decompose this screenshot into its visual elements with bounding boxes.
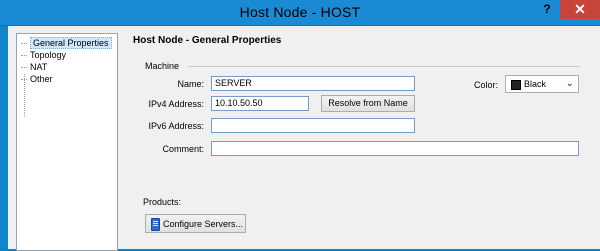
server-icon [151,218,160,231]
ipv6-field[interactable] [211,118,415,133]
tree-item-general-properties[interactable]: General Properties [21,37,112,49]
close-button[interactable]: ✕ [560,0,600,19]
color-label: Color: [473,80,498,90]
window-title: Host Node - HOST [239,4,361,20]
color-swatch [511,80,521,90]
name-field[interactable]: SERVER [211,76,415,91]
tree-item-label: Other [30,74,53,84]
tree-item-label: NAT [30,62,48,72]
tree-dash [21,66,27,69]
tree-item-label: Topology [30,50,67,60]
tree-item-label: General Properties [30,37,112,49]
title-bar[interactable]: Host Node - HOST ? ✕ [0,0,600,26]
tree-dash [21,42,27,45]
tree-dash [21,54,27,57]
tree-item-nat[interactable]: NAT [21,61,47,73]
comment-label: Comment: [162,144,204,154]
properties-tree[interactable]: General Properties Topology NAT Other [16,33,118,251]
color-select-value: Black [524,79,547,89]
dialog-window: Host Node - HOST ? ✕ General Properties … [0,0,600,251]
configure-servers-button[interactable]: Configure Servers... [145,214,246,233]
ipv4-field[interactable]: 10.10.50.50 [211,96,309,111]
ipv4-label: IPv4 Address: [148,99,204,109]
resolve-from-name-button[interactable]: Resolve from Name [321,95,415,112]
configure-servers-label: Configure Servers... [163,219,244,229]
help-button[interactable]: ? [537,2,557,18]
tree-item-other[interactable]: Other [21,73,53,85]
products-label: Products: [143,197,182,207]
comment-field[interactable] [211,141,579,156]
page-title: Host Node - General Properties [133,35,282,46]
tree-dash [21,78,27,81]
color-select[interactable]: Black ⌄ [505,75,579,93]
chevron-down-icon: ⌄ [565,78,574,89]
name-label: Name: [177,79,204,89]
tree-item-topology[interactable]: Topology [21,49,66,61]
ipv6-label: IPv6 Address: [148,121,204,131]
machine-group-label: Machine [145,61,180,71]
group-divider [188,66,580,67]
